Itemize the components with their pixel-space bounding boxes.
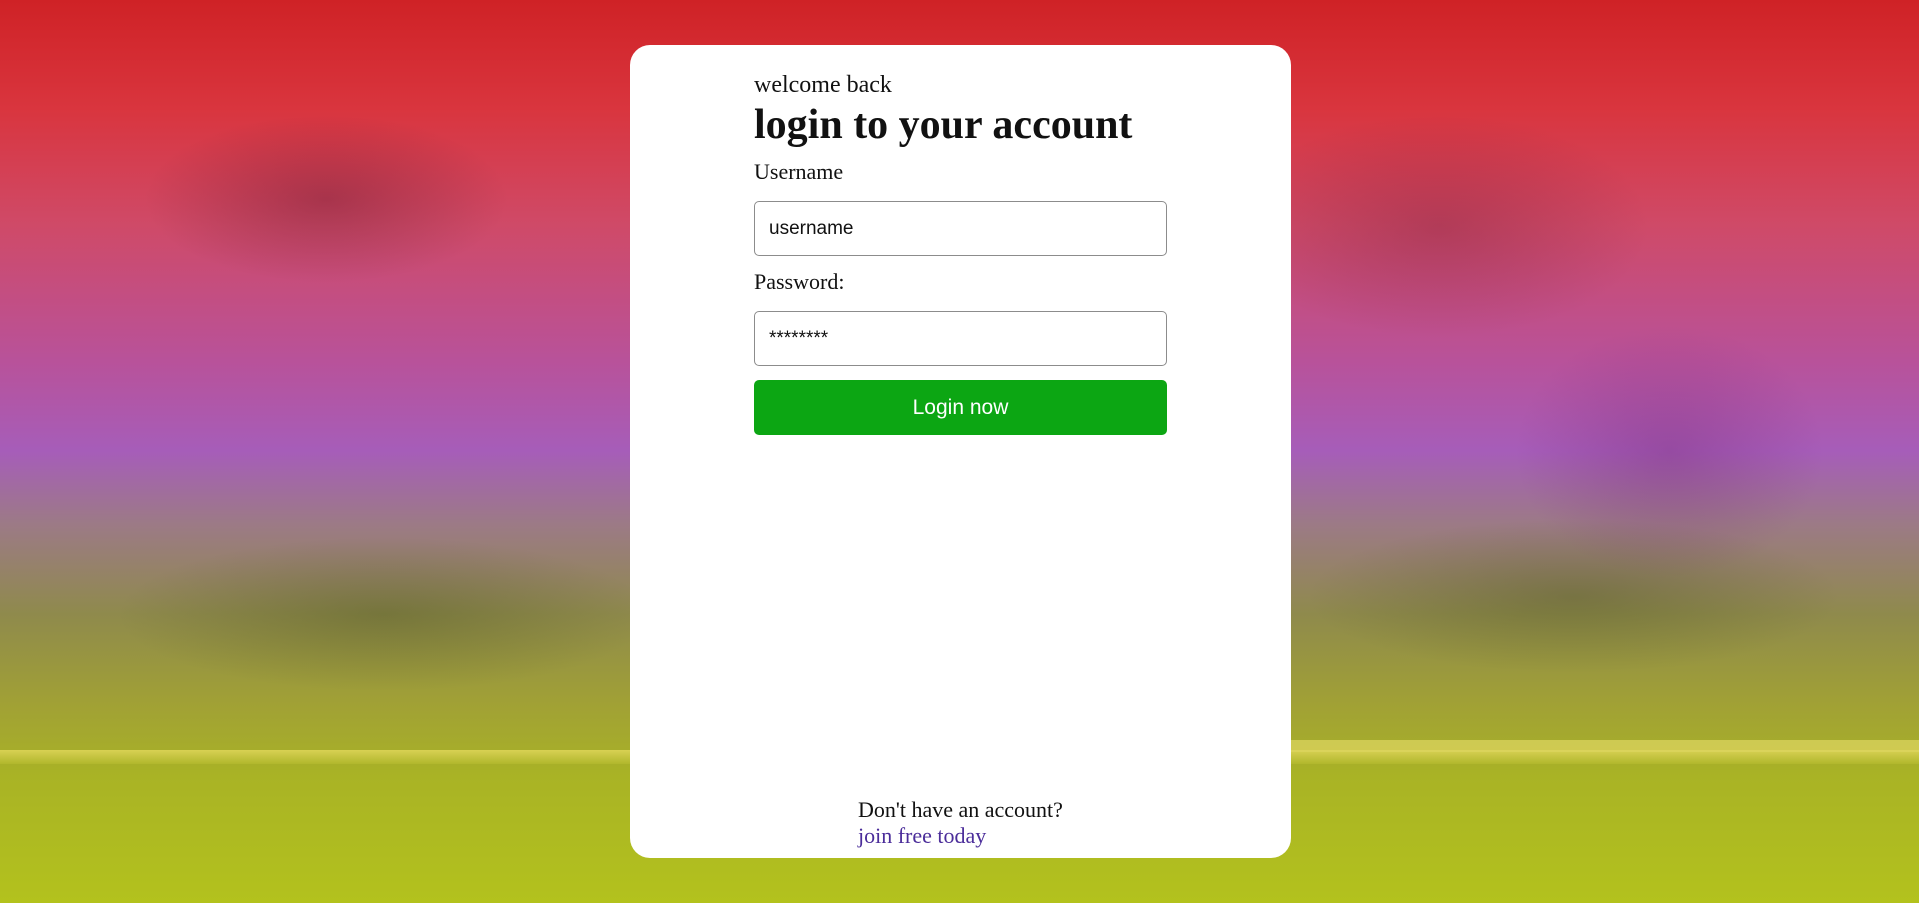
password-label: Password: [754, 269, 845, 294]
signup-section: Don't have an account? join free today [858, 797, 1063, 849]
username-input[interactable] [754, 201, 1167, 256]
password-input[interactable] [754, 311, 1167, 366]
page-title: login to your account [754, 102, 1133, 148]
username-label: Username [754, 159, 844, 184]
login-card: welcome back login to your account Usern… [630, 45, 1291, 858]
lake-shoreline-right [1290, 740, 1919, 752]
signup-prompt: Don't have an account? [858, 797, 1063, 822]
login-button[interactable]: Login now [754, 380, 1167, 435]
login-form: welcome back login to your account Usern… [754, 71, 1167, 435]
welcome-text: welcome back [754, 72, 892, 98]
signup-link[interactable]: join free today [858, 823, 1063, 849]
